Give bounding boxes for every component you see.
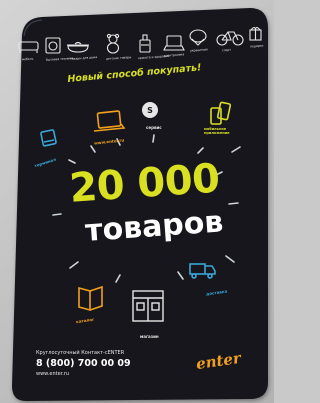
- contact-phone: 8 (800) 700 00 09: [36, 358, 131, 369]
- ring-label-service: сервис: [146, 125, 162, 130]
- contact-site: www.enter.ru: [36, 371, 70, 377]
- icon-label-bed: мебель: [21, 56, 34, 62]
- contact-caption: Круглосуточный Контакт-cENTER: [36, 350, 125, 356]
- svg-text:S: S: [147, 106, 153, 115]
- service-icon: S: [142, 102, 158, 118]
- ring-label-store: магазин: [140, 334, 159, 339]
- icon-label-bicycle: спорт: [221, 47, 232, 53]
- ring-label-mobile-app: мобильное приложение: [204, 127, 230, 135]
